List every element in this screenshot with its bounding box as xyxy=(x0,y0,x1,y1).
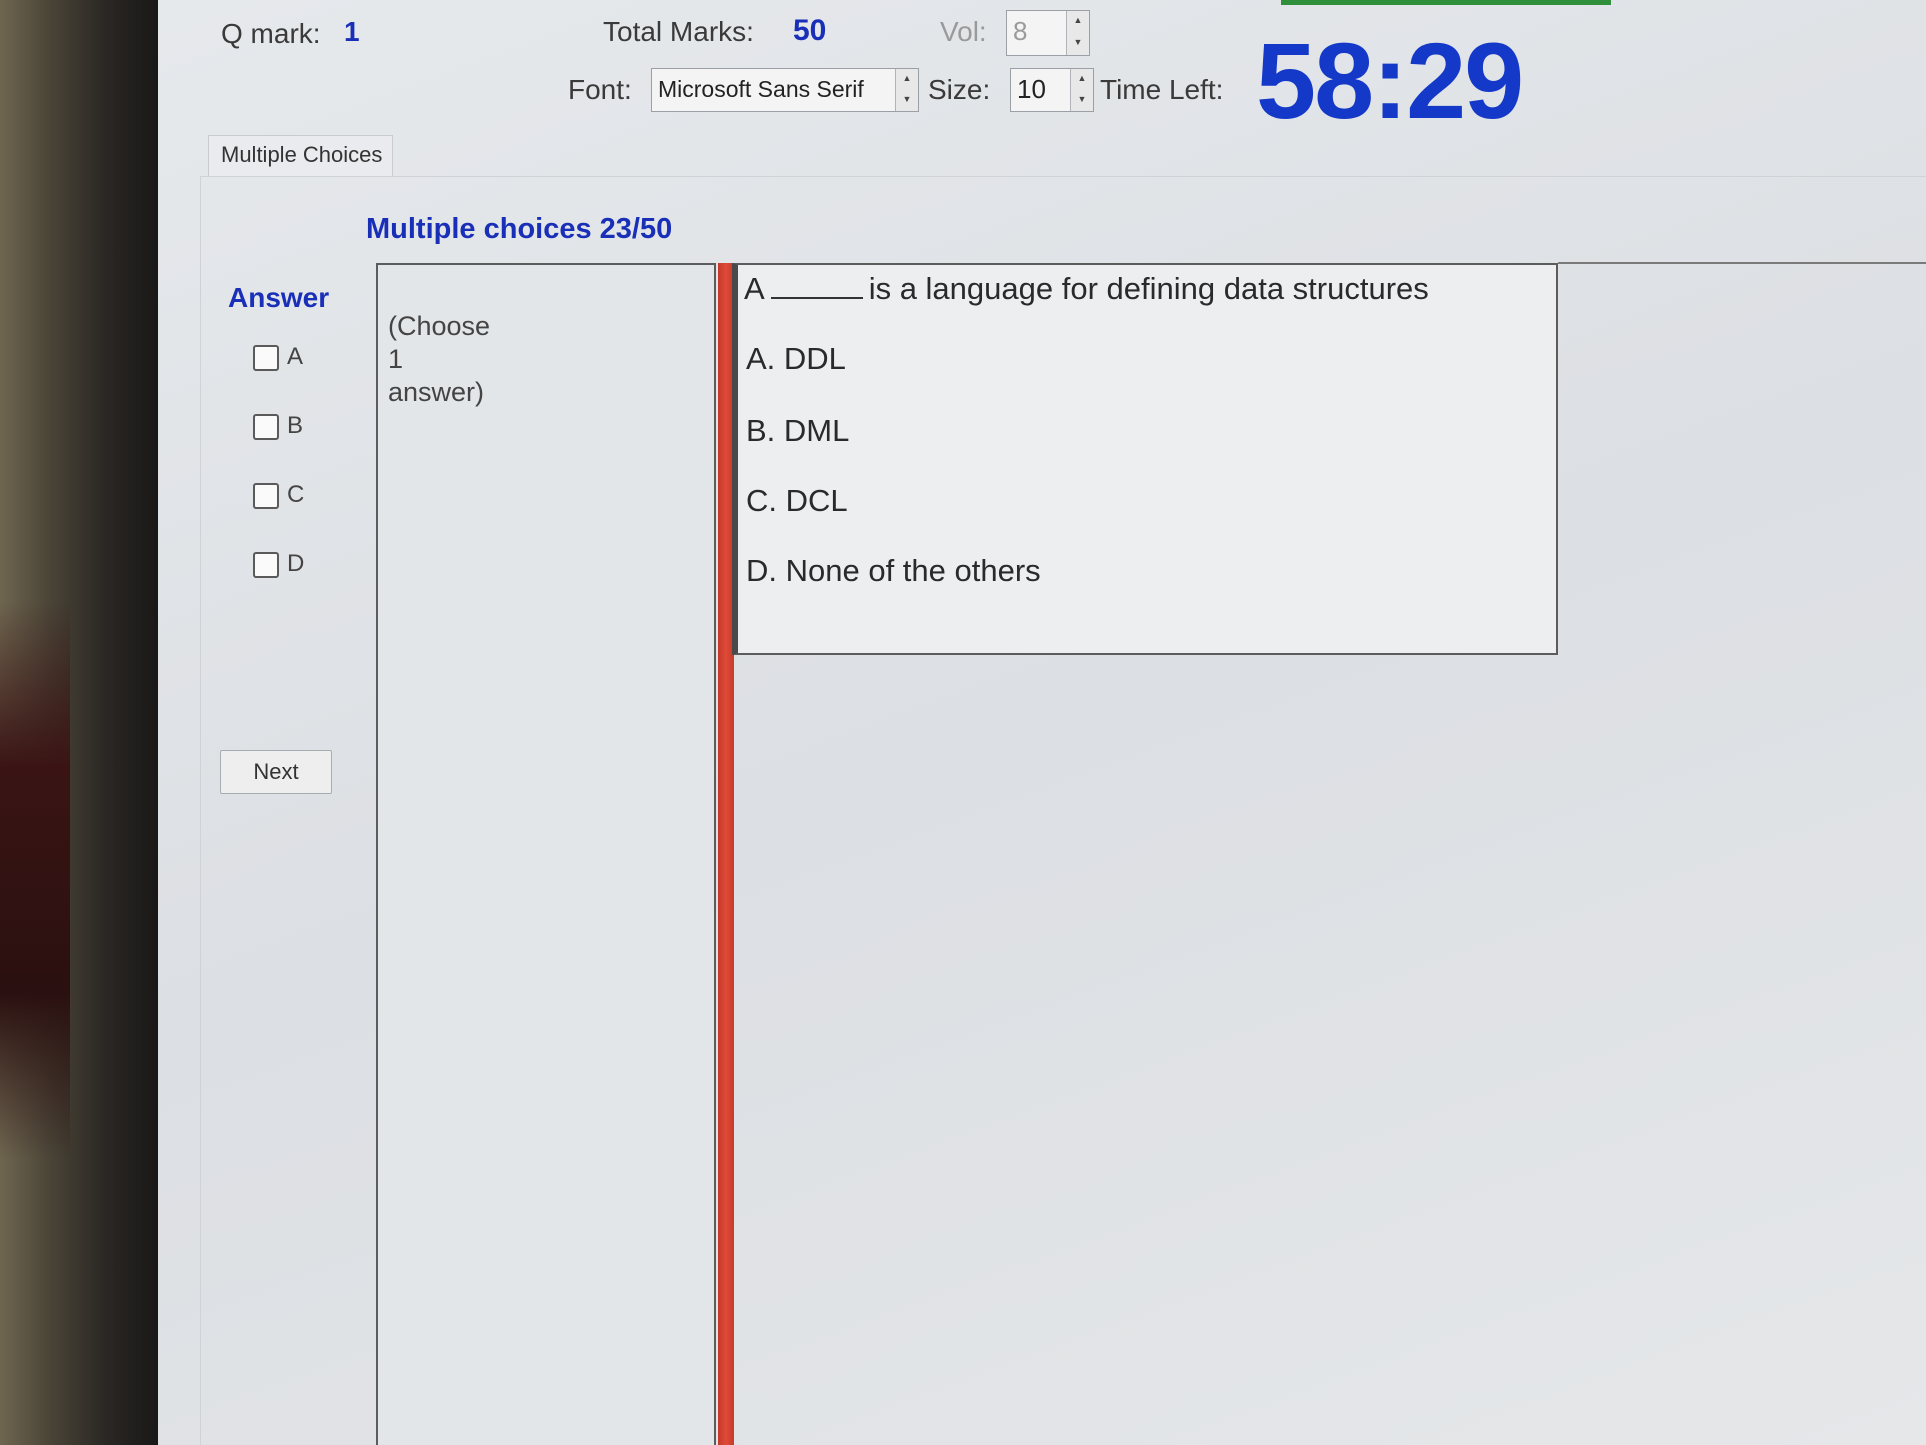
countdown-timer: 58:29 xyxy=(1256,20,1524,141)
spin-down-icon[interactable]: ▼ xyxy=(1071,90,1093,111)
volume-stepper[interactable]: 8 ▲ ▼ xyxy=(1006,10,1090,56)
question-prefix: A xyxy=(744,271,765,306)
answer-option-b[interactable]: B xyxy=(253,412,303,440)
instruction-panel: (Choose 1 answer) xyxy=(376,263,716,1445)
bezel-shadow xyxy=(0,600,70,1160)
spin-down-icon[interactable]: ▼ xyxy=(896,90,918,111)
question-blank xyxy=(770,277,863,299)
volume-value: 8 xyxy=(1013,16,1028,46)
font-spin[interactable]: ▲ ▼ xyxy=(895,69,918,111)
tab-label: Multiple Choices xyxy=(221,142,383,167)
answer-option-label: C xyxy=(287,481,305,508)
font-selector[interactable]: Microsoft Sans Serif ▲ ▼ xyxy=(651,68,919,112)
size-stepper[interactable]: 10 ▲ ▼ xyxy=(1010,68,1094,112)
answer-option-c[interactable]: C xyxy=(253,481,304,509)
checkbox-icon[interactable] xyxy=(253,344,279,371)
question-panel: Ais a language for defining data structu… xyxy=(732,263,1558,655)
answer-option-label: D xyxy=(287,550,305,577)
choice-a: A. DDL xyxy=(746,341,846,376)
q-mark-value: 1 xyxy=(344,16,360,47)
choice-c: C. DCL xyxy=(746,483,848,518)
font-label: Font: xyxy=(568,74,632,105)
volume-spin[interactable]: ▲ ▼ xyxy=(1066,11,1089,55)
spin-up-icon[interactable]: ▲ xyxy=(896,69,918,90)
choice-d: D. None of the others xyxy=(746,553,1041,588)
choice-b: B. DML xyxy=(746,413,850,448)
spin-down-icon[interactable]: ▼ xyxy=(1067,33,1089,55)
checkbox-icon[interactable] xyxy=(253,551,279,578)
answer-option-a[interactable]: A xyxy=(253,343,303,371)
spin-up-icon[interactable]: ▲ xyxy=(1067,11,1089,33)
spin-up-icon[interactable]: ▲ xyxy=(1071,69,1093,90)
size-label: Size: xyxy=(928,74,991,105)
instruction-text: (Choose 1 answer) xyxy=(388,311,491,407)
q-mark-label: Q mark: xyxy=(221,18,321,49)
question-suffix: is a language for defining data structur… xyxy=(868,271,1429,306)
vol-label: Vol: xyxy=(940,16,987,47)
checkbox-icon[interactable] xyxy=(253,413,279,440)
next-button[interactable]: Next xyxy=(220,750,332,794)
size-value: 10 xyxy=(1017,74,1046,104)
answer-option-label: B xyxy=(287,412,304,439)
answer-option-d[interactable]: D xyxy=(253,550,304,578)
section-title: Multiple choices 23/50 xyxy=(366,213,673,245)
panel-border-line xyxy=(1558,262,1926,264)
total-marks-label: Total Marks: xyxy=(603,16,754,47)
answer-title: Answer xyxy=(228,282,330,313)
size-spin[interactable]: ▲ ▼ xyxy=(1070,69,1093,111)
question-text: Ais a language for defining data structu… xyxy=(744,271,1429,307)
font-value: Microsoft Sans Serif xyxy=(658,76,864,102)
time-left-label: Time Left: xyxy=(1100,74,1224,105)
progress-strip xyxy=(1281,0,1611,5)
total-marks-value: 50 xyxy=(793,14,827,47)
exam-window: Q mark: 1 Total Marks: 50 Vol: 8 ▲ ▼ Fon… xyxy=(158,0,1926,1445)
checkbox-icon[interactable] xyxy=(253,482,279,509)
answer-option-label: A xyxy=(287,343,304,370)
tab-multiple-choices[interactable]: Multiple Choices xyxy=(208,135,393,177)
